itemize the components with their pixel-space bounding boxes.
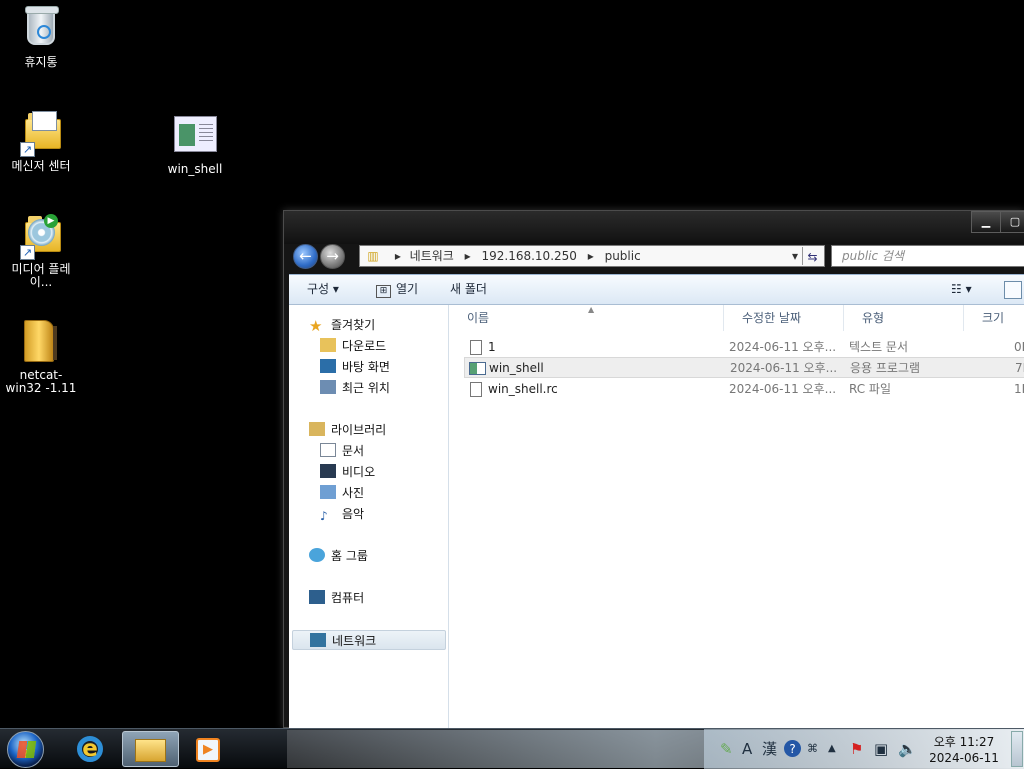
maximize-button[interactable]: ▢: [1000, 211, 1024, 233]
breadcrumb-separator-icon: ▸: [394, 249, 401, 263]
navigation-pane: ★ 즐겨찾기 다운로드 바탕 화면 최근 위치 라이브러리 문서 비디오 사진 ♪…: [289, 305, 449, 729]
recent-places-icon: [320, 380, 336, 394]
address-dropdown-icon[interactable]: ▾: [792, 246, 798, 266]
nav-pictures[interactable]: 사진: [320, 483, 364, 503]
nav-libraries[interactable]: 라이브러리: [309, 420, 386, 440]
messenger-center-icon: ↗: [20, 111, 62, 157]
recycle-bin-label: 휴지통: [24, 55, 58, 69]
nav-network[interactable]: 네트워크: [292, 630, 446, 650]
command-bar: 구성 ▾ ⊞ 열기 새 폴더 ☷ ▾: [289, 275, 1024, 305]
network-location-icon: ▥: [367, 249, 379, 263]
input-mode-indicator[interactable]: A: [742, 740, 752, 758]
address-row: ← → ▥ ▸ 네트워크 ▸ 192.168.10.250 ▸ public ▾…: [289, 244, 1024, 271]
column-modified[interactable]: 수정한 날짜: [724, 305, 844, 331]
column-name[interactable]: 이름: [449, 305, 724, 331]
rc-file-icon: [470, 382, 482, 397]
column-type[interactable]: 유형: [844, 305, 964, 331]
show-desktop-button[interactable]: [1011, 731, 1023, 767]
language-bar-icon[interactable]: ✎: [720, 740, 733, 758]
text-file-icon: [470, 340, 482, 355]
forward-button[interactable]: →: [320, 244, 345, 269]
nav-desktop[interactable]: 바탕 화면: [320, 357, 390, 377]
desktop-icon-messenger-center[interactable]: ↗ 메신저 센터: [0, 111, 82, 173]
minimize-button[interactable]: ▁: [971, 211, 1001, 233]
column-size[interactable]: 크기: [964, 305, 1024, 331]
nav-documents[interactable]: 문서: [320, 441, 364, 461]
explorer-body: 구성 ▾ ⊞ 열기 새 폴더 ☷ ▾ ★ 즐겨찾기 다운로드 바탕 화면 최근 위치…: [289, 274, 1024, 729]
file-row[interactable]: 1 2024-06-11 오후... 텍스트 문서 0K: [464, 337, 1024, 358]
zip-folder-icon: [20, 320, 62, 366]
breadcrumb-separator-icon: ▸: [587, 249, 594, 263]
help-icon[interactable]: ?: [784, 740, 801, 757]
taskbar: e ▶ ✎ A 漢 ? ⌘ ▲ ⚑ ▣ 🔈 오후 11:27 2024-06-1…: [0, 728, 1024, 769]
media-player-label: 미디어 플레이...: [11, 262, 71, 289]
nav-favorites[interactable]: ★ 즐겨찾기: [309, 315, 375, 335]
breadcrumb-separator-icon: ▸: [464, 249, 471, 263]
action-center-icon[interactable]: ⚑: [850, 740, 863, 758]
video-icon: [320, 464, 336, 478]
network-icon: [310, 633, 326, 647]
search-input[interactable]: public 검색: [831, 245, 1024, 267]
breadcrumb-host[interactable]: 192.168.10.250: [481, 246, 576, 266]
volume-icon[interactable]: 🔈: [898, 740, 917, 758]
start-button[interactable]: [7, 731, 44, 768]
win-shell-label: win_shell: [167, 162, 223, 176]
ime-options-icon[interactable]: ⌘: [807, 740, 818, 758]
netcat-label: netcat-win32 -1.11: [5, 368, 77, 395]
open-icon: ⊞: [376, 285, 391, 298]
recycle-bin-icon: [20, 6, 62, 53]
breadcrumb-network[interactable]: 네트워크: [410, 246, 454, 266]
explorer-window: ▁ ▢ ← → ▥ ▸ 네트워크 ▸ 192.168.10.250 ▸ publ…: [283, 210, 1024, 729]
homegroup-icon: [309, 548, 325, 562]
nav-homegroup[interactable]: 홈 그룹: [309, 546, 368, 566]
media-player-icon: ▶ ↗: [20, 214, 62, 260]
download-folder-icon: [320, 338, 336, 352]
view-options-button[interactable]: ☷ ▾: [951, 281, 972, 297]
breadcrumb-public[interactable]: public: [605, 246, 641, 266]
nav-recent[interactable]: 최근 위치: [320, 378, 390, 398]
application-file-icon: [469, 362, 486, 375]
clock-date: 2024-06-11: [929, 751, 999, 765]
library-icon: [309, 422, 325, 436]
taskbar-media-player[interactable]: ▶: [184, 731, 238, 767]
nav-videos[interactable]: 비디오: [320, 462, 375, 482]
messenger-center-label: 메신저 센터: [11, 159, 71, 173]
music-icon: ♪: [320, 509, 328, 523]
address-bar[interactable]: ▥ ▸ 네트워크 ▸ 192.168.10.250 ▸ public ▾ ⇆: [359, 245, 825, 267]
nav-computer[interactable]: 컴퓨터: [309, 588, 364, 608]
organize-button[interactable]: 구성 ▾: [307, 281, 339, 297]
show-hidden-icons[interactable]: ▲: [828, 740, 836, 758]
star-icon: ★: [309, 317, 323, 335]
clock[interactable]: 오후 11:27 2024-06-11: [925, 734, 1003, 766]
hanja-indicator[interactable]: 漢: [762, 740, 777, 758]
window-titlebar[interactable]: ▁ ▢: [284, 211, 1024, 244]
computer-icon: [309, 590, 325, 604]
desktop-icon: [320, 359, 336, 373]
internet-explorer-icon: e: [77, 736, 103, 762]
media-player-icon: ▶: [196, 738, 220, 762]
desktop-icon-media-player[interactable]: ▶ ↗ 미디어 플레이...: [0, 214, 82, 289]
document-icon: [320, 443, 336, 457]
new-folder-button[interactable]: 새 폴더: [450, 281, 487, 297]
file-row[interactable]: win_shell 2024-06-11 오후... 응용 프로그램 7K: [464, 357, 1024, 378]
nav-music[interactable]: ♪ 음악: [320, 504, 364, 524]
preview-pane-button[interactable]: [1004, 281, 1022, 299]
open-button[interactable]: ⊞ 열기: [376, 281, 418, 298]
nav-downloads[interactable]: 다운로드: [320, 336, 386, 356]
refresh-icon[interactable]: ⇆: [802, 247, 822, 265]
clock-time: 오후 11:27: [933, 735, 995, 749]
desktop-icon-win-shell[interactable]: win_shell: [154, 114, 236, 176]
desktop-icon-recycle-bin[interactable]: 휴지통: [0, 6, 82, 69]
file-row[interactable]: win_shell.rc 2024-06-11 오후... RC 파일 1K: [464, 379, 1024, 400]
taskbar-internet-explorer[interactable]: e: [64, 731, 118, 767]
desktop-icon-netcat[interactable]: netcat-win32 -1.11: [0, 320, 82, 395]
back-button[interactable]: ←: [293, 244, 318, 269]
file-list: 이름 수정한 날짜 유형 크기 ▲ 1 2024-06-11 오후... 텍스트…: [449, 305, 1024, 729]
network-tray-icon[interactable]: ▣: [874, 740, 888, 758]
sort-indicator-icon: ▲: [588, 305, 595, 314]
application-icon: [174, 114, 217, 160]
folder-icon: [135, 739, 166, 762]
taskbar-windows-explorer[interactable]: [122, 731, 179, 767]
picture-icon: [320, 485, 336, 499]
